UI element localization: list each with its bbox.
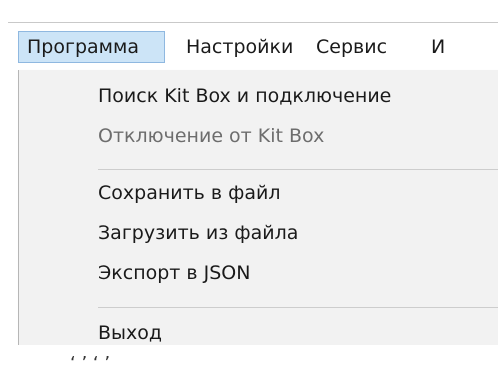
menu-nastroyki[interactable]: Настройки (178, 31, 301, 63)
menu-programma[interactable]: Программа (18, 31, 165, 63)
menu-item-search-kitbox[interactable]: Поиск Kit Box и подключение (19, 76, 498, 116)
menu-item-save-to-file[interactable]: Сохранить в файл (19, 173, 498, 213)
menu-item-export-json[interactable]: Экспорт в JSON (19, 253, 498, 293)
menu-separator (98, 307, 498, 308)
menu-item-disconnect-kitbox: Отключение от Kit Box (98, 125, 325, 147)
content-below-strip: ‘ ’ ‘ ’ (0, 345, 498, 365)
menu-truncated[interactable]: И (423, 31, 453, 63)
window-title-fragment: ‘ ’ ‘ ‘ ’ ‘ (8, 0, 93, 9)
window-title-strip: ‘ ’ ‘ ‘ ’ ‘ (0, 0, 498, 22)
menu-separator (98, 169, 498, 170)
menu-servis[interactable]: Сервис (308, 31, 395, 63)
programma-dropdown-menu: Поиск Kit Box и подключение Отключение о… (18, 70, 498, 365)
menu-bar: Программа Настройки Сервис И (8, 22, 498, 72)
menu-item-load-from-file[interactable]: Загрузить из файла (19, 213, 498, 253)
content-fragment: ‘ ’ ‘ ’ (70, 353, 111, 365)
